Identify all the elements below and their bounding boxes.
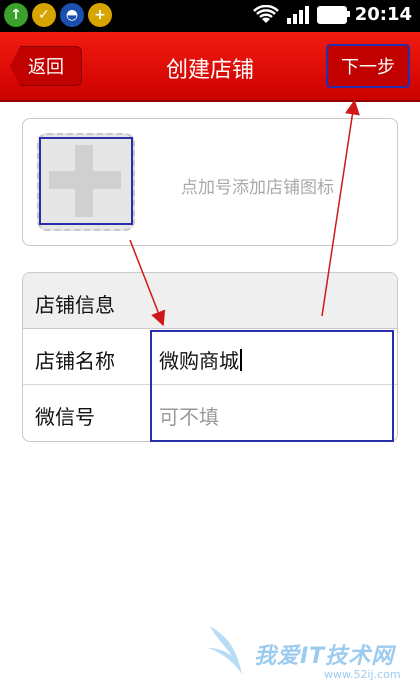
qq-penguin-icon: ◓ [60,3,84,27]
title-bar: 返回 创建店铺 下一步 [0,32,420,102]
next-step-button[interactable]: 下一步 [326,44,410,88]
back-button[interactable]: 返回 [10,46,82,86]
upload-icon: ↑ [4,3,28,27]
wifi-icon [252,4,279,23]
signal-icon [286,5,309,24]
shop-name-label: 店铺名称 [35,349,115,373]
wechat-id-input[interactable]: 可不填 [159,401,219,430]
section-title: 店铺信息 [35,293,115,317]
shop-name-input[interactable]: 微购商城 [159,345,242,374]
annotation-highlight-logo [39,137,133,225]
shop-name-row: 店铺名称 微购商城 [23,329,397,385]
battery-icon [316,5,350,24]
shop-name-value: 微购商城 [159,349,239,373]
wechat-id-label: 微信号 [35,405,95,429]
notification-icons: ↑ ✓ ◓ + [4,3,112,27]
section-header: 店铺信息 [23,273,397,329]
shop-logo-card: 点加号添加店铺图标 [22,118,398,246]
watermark: 我爱IT技术网 www.52ij.com [206,612,416,692]
page-title: 创建店铺 [165,58,254,83]
text-caret [240,349,242,371]
watermark-text: 我爱IT技术网 [254,644,395,669]
status-bar: ↑ ✓ ◓ + 20:14 [0,0,420,32]
plus-badge-icon: + [88,3,112,27]
watermark-url: www.52ij.com [324,668,401,681]
shop-info-card: 店铺信息 店铺名称 微购商城 微信号 可不填 [22,272,398,442]
check-badge-icon: ✓ [32,3,56,27]
wechat-id-row: 微信号 可不填 [23,385,397,441]
clock: 20:14 [354,4,412,25]
logo-hint-text: 点加号添加店铺图标 [181,178,334,198]
